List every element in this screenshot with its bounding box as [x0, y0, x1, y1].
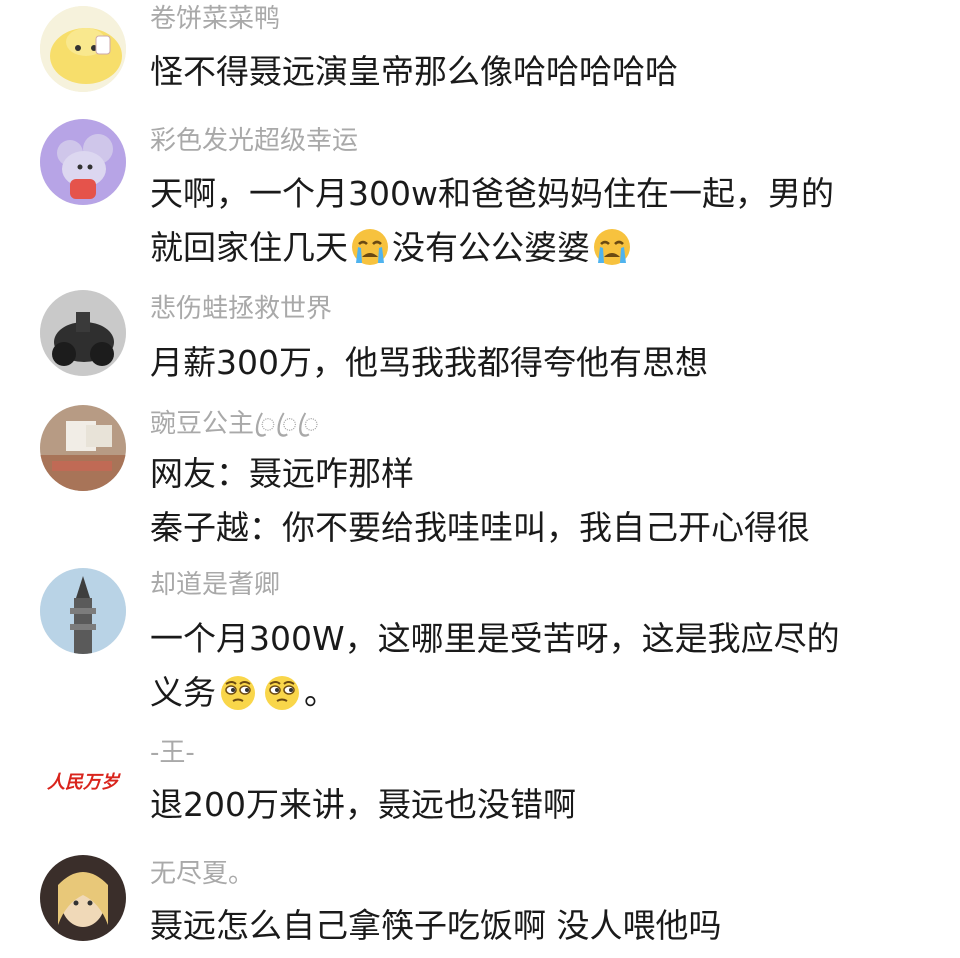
- avatar[interactable]: [40, 568, 126, 654]
- avatar[interactable]: [40, 119, 126, 205]
- comment-line: 一个月300W，这哪里是受苦呀，这是我应尽的: [150, 619, 840, 658]
- comment-item-1[interactable]: 卷饼菜菜鸭 怪不得聂远演皇帝那么像哈哈哈哈哈: [0, 0, 960, 115]
- comment-feed-screen: { "comments": [ { "username": "卷饼菜菜鸭", "…: [0, 0, 960, 958]
- comment-line: 秦子越：你不要给我哇哇叫，我自己开心得很: [150, 508, 810, 547]
- username[interactable]: 无尽夏。: [150, 859, 254, 889]
- comment-line: 义务 。: [150, 666, 940, 720]
- comment-item-6[interactable]: 人民万岁 -王- 退200万来讲，聂远也没错啊: [0, 730, 960, 845]
- comment-item-5[interactable]: 却道是耆卿 一个月300W，这哪里是受苦呀，这是我应尽的 义务 。: [0, 560, 960, 730]
- comment-line-part: 。: [304, 673, 337, 712]
- comment-line: 天啊，一个月300w和爸爸妈妈住在一起，男的: [150, 174, 834, 213]
- avatar[interactable]: [40, 405, 126, 491]
- comment-line-part: 义务: [150, 673, 216, 712]
- username[interactable]: 彩色发光超级幸运: [150, 126, 358, 156]
- comment-item-7[interactable]: 无尽夏。 聂远怎么自己拿筷子吃饭啊 没人喂他吗: [0, 845, 960, 958]
- comment-text: 退200万来讲，聂远也没错啊: [150, 778, 940, 832]
- comment-text: 怪不得聂远演皇帝那么像哈哈哈哈哈: [150, 45, 940, 99]
- thinking-eyes-face-icon: [218, 672, 258, 712]
- avatar-text: 人民万岁: [47, 772, 121, 793]
- comment-text: 聂远怎么自己拿筷子吃饭啊 没人喂他吗: [150, 899, 940, 953]
- comment-item-2[interactable]: 彩色发光超级幸运 天啊，一个月300w和爸爸妈妈住在一起，男的 就回家住几天 没有…: [0, 115, 960, 275]
- thinking-eyes-face-icon: [262, 672, 302, 712]
- comment-line: 怪不得聂远演皇帝那么像哈哈哈哈哈: [150, 52, 678, 91]
- username[interactable]: -王-: [150, 738, 195, 768]
- comment-line: 网友：聂远咋那样: [150, 454, 414, 493]
- comment-text: 网友：聂远咋那样 秦子越：你不要给我哇哇叫，我自己开心得很: [150, 447, 940, 555]
- avatar[interactable]: [40, 6, 126, 92]
- comment-text: 一个月300W，这哪里是受苦呀，这是我应尽的 义务 。: [150, 612, 940, 720]
- avatar[interactable]: 人民万岁: [40, 736, 126, 822]
- avatar[interactable]: [40, 290, 126, 376]
- crying-face-icon: [350, 227, 390, 267]
- comment-line-part: 就回家住几天: [150, 228, 348, 267]
- username[interactable]: 却道是耆卿: [150, 570, 280, 600]
- comment-line: 退200万来讲，聂远也没错啊: [150, 785, 576, 824]
- comment-line: 月薪300万，他骂我我都得夸他有思想: [150, 343, 708, 382]
- username[interactable]: 悲伤蛙拯救世界: [150, 294, 332, 324]
- crying-face-icon: [592, 227, 632, 267]
- avatar[interactable]: [40, 855, 126, 941]
- comment-item-3[interactable]: 悲伤蛙拯救世界 月薪300万，他骂我我都得夸他有思想: [0, 280, 960, 395]
- comment-text: 月薪300万，他骂我我都得夸他有思想: [150, 336, 940, 390]
- comment-line: 就回家住几天 没有公公婆婆: [150, 221, 940, 275]
- comment-text: 天啊，一个月300w和爸爸妈妈住在一起，男的 就回家住几天 没有公公婆婆: [150, 167, 940, 275]
- comment-line-part: 没有公公婆婆: [392, 228, 590, 267]
- comment-line: 聂远怎么自己拿筷子吃饭啊 没人喂他吗: [150, 906, 722, 945]
- username[interactable]: 卷饼菜菜鸭: [150, 4, 280, 34]
- username[interactable]: 豌豆公主ꦿꦿꦿ: [150, 409, 319, 439]
- comment-item-4[interactable]: 豌豆公主ꦿꦿꦿ 网友：聂远咋那样 秦子越：你不要给我哇哇叫，我自己开心得很: [0, 395, 960, 560]
